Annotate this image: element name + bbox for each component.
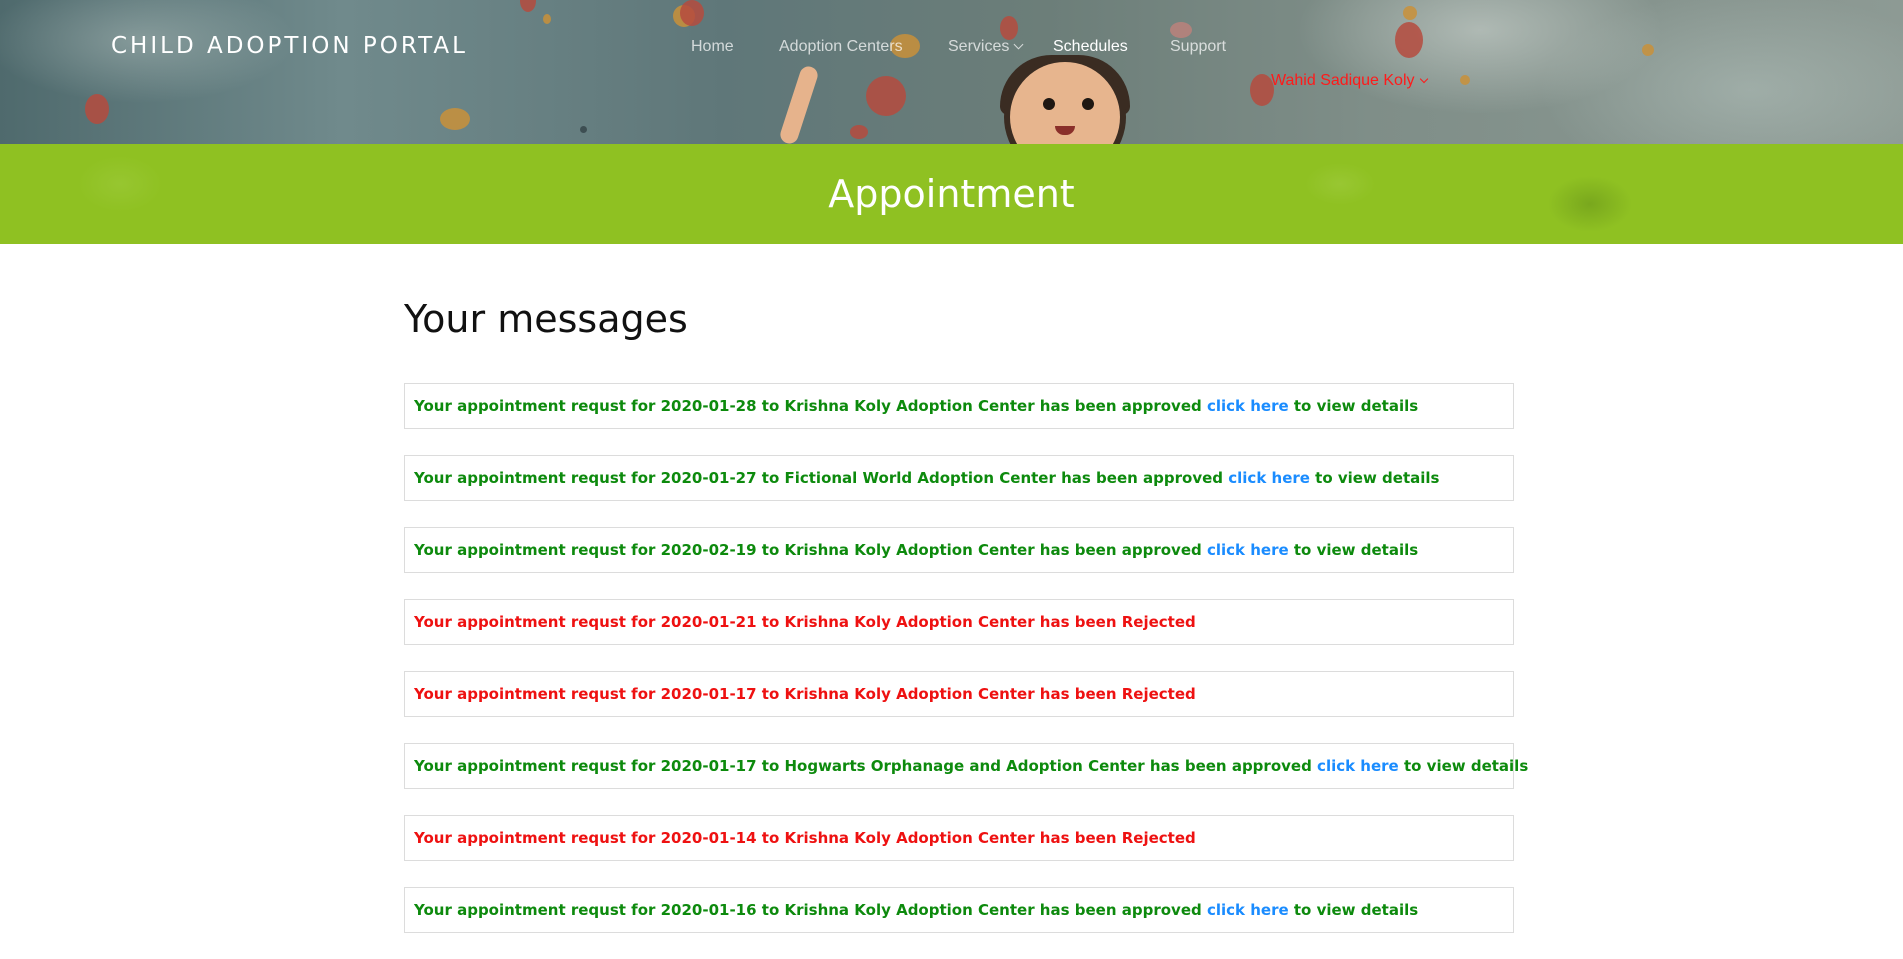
message-item: Your appointment requst for 2020-01-21 t…	[404, 599, 1514, 645]
chevron-down-icon	[1013, 39, 1024, 50]
message-text: Your appointment requst for 2020-01-28 t…	[414, 397, 1202, 415]
message-item: Your appointment requst for 2020-01-28 t…	[404, 383, 1514, 429]
nav-services[interactable]: Services	[948, 38, 1024, 56]
message-suffix: to view details	[1293, 901, 1419, 919]
page-title-band: Appointment	[0, 144, 1903, 244]
decor-balloon	[1395, 22, 1423, 58]
hero-header: CHILD ADOPTION PORTAL Home Adoption Cent…	[0, 0, 1903, 144]
message-item: Your appointment requst for 2020-02-19 t…	[404, 527, 1514, 573]
decor-balloon	[1460, 75, 1470, 85]
decor-balloon	[1642, 44, 1654, 56]
decor-balloon	[866, 76, 906, 116]
site-logo[interactable]: CHILD ADOPTION PORTAL	[111, 33, 468, 59]
message-suffix: to view details	[1403, 757, 1529, 775]
nav-support[interactable]: Support	[1170, 38, 1226, 56]
message-item: Your appointment requst for 2020-01-17 t…	[404, 671, 1514, 717]
decor-balloon	[85, 94, 109, 124]
message-text: Your appointment requst for 2020-01-16 t…	[414, 901, 1202, 919]
message-suffix: to view details	[1293, 397, 1419, 415]
section-title: Your messages	[404, 297, 688, 341]
message-item: Your appointment requst for 2020-01-16 t…	[404, 887, 1514, 933]
view-details-link[interactable]: click here	[1228, 469, 1310, 487]
message-text: Your appointment requst for 2020-01-17 t…	[414, 757, 1312, 775]
decor-girl-eye	[1082, 98, 1094, 110]
message-text: Your appointment requst for 2020-01-17 t…	[414, 685, 1196, 703]
messages-section: Your messages Your appointment requst fo…	[404, 290, 1528, 933]
nav-adoption-centers[interactable]: Adoption Centers	[779, 38, 903, 56]
nav-services-label: Services	[948, 38, 1010, 55]
view-details-link[interactable]: click here	[1207, 901, 1289, 919]
decor-balloon	[520, 0, 536, 12]
decor-balloon	[1000, 16, 1018, 40]
page-title: Appointment	[828, 172, 1075, 216]
nav-schedules[interactable]: Schedules	[1053, 38, 1128, 56]
decor-balloon	[850, 125, 868, 139]
decor-balloon	[543, 14, 551, 24]
message-text: Your appointment requst for 2020-01-14 t…	[414, 829, 1196, 847]
message-item: Your appointment requst for 2020-01-27 t…	[404, 455, 1514, 501]
decor-dot	[580, 126, 587, 133]
user-menu[interactable]: Wahid Sadique Koly	[1271, 72, 1428, 90]
view-details-link[interactable]: click here	[1207, 541, 1289, 559]
decor-arm	[778, 64, 820, 144]
message-item: Your appointment requst for 2020-01-17 t…	[404, 743, 1528, 789]
message-item: Your appointment requst for 2020-01-14 t…	[404, 815, 1514, 861]
view-details-link[interactable]: click here	[1317, 757, 1399, 775]
message-text: Your appointment requst for 2020-01-27 t…	[414, 469, 1224, 487]
view-details-link[interactable]: click here	[1207, 397, 1289, 415]
decor-balloon	[440, 108, 470, 130]
decor-balloon	[1403, 6, 1417, 20]
message-list: Your appointment requst for 2020-01-28 t…	[404, 383, 1528, 959]
nav-home[interactable]: Home	[691, 38, 734, 56]
decor-balloon	[680, 0, 704, 26]
decor-balloon	[1170, 22, 1192, 38]
message-text: Your appointment requst for 2020-02-19 t…	[414, 541, 1202, 559]
user-name: Wahid Sadique Koly	[1271, 72, 1415, 89]
message-text: Your appointment requst for 2020-01-21 t…	[414, 613, 1196, 631]
chevron-down-icon	[1419, 74, 1428, 84]
message-suffix: to view details	[1315, 469, 1440, 487]
decor-girl-eye	[1043, 98, 1055, 110]
message-suffix: to view details	[1293, 541, 1419, 559]
